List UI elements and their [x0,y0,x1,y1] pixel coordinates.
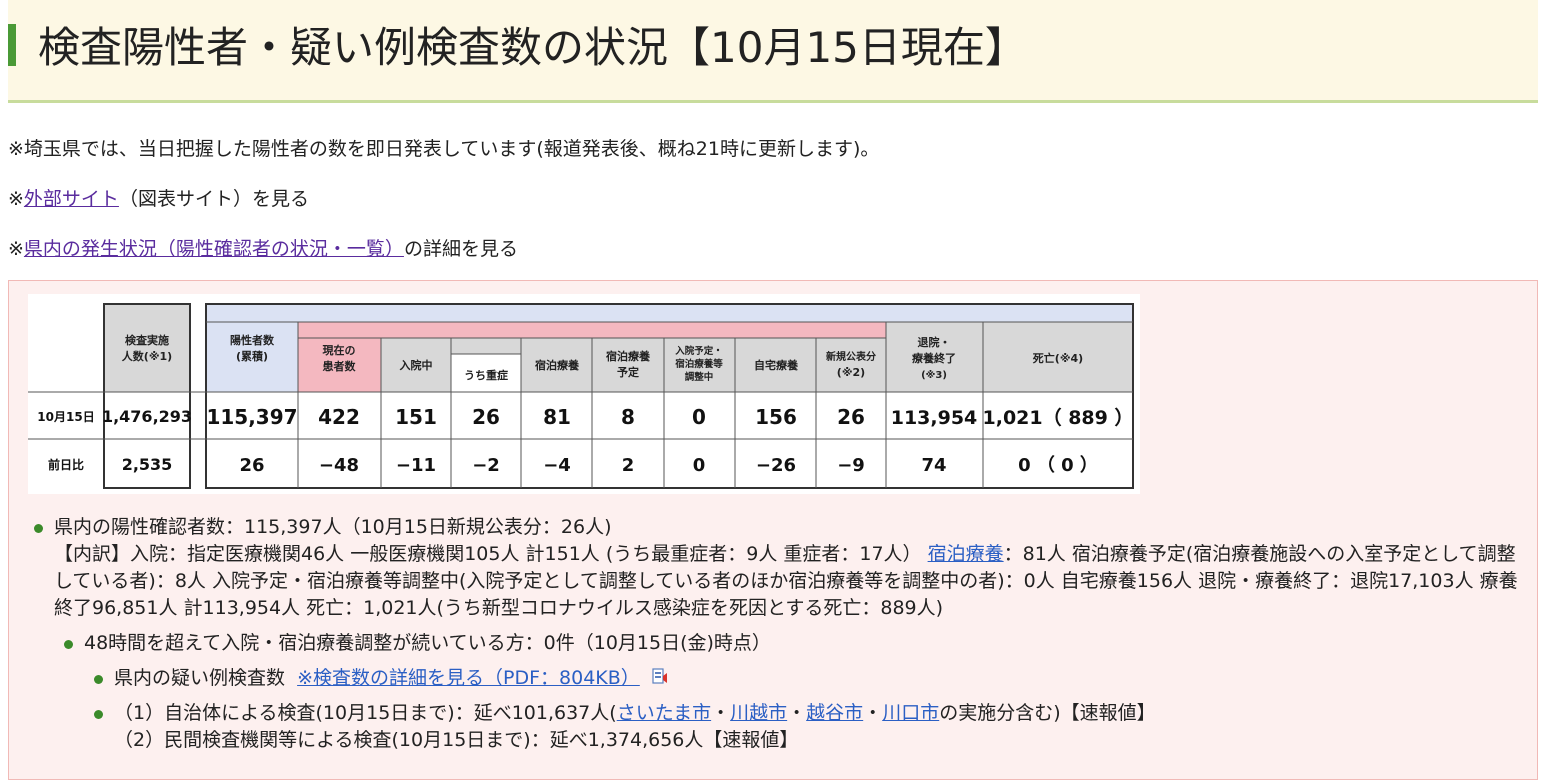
th-deaths: 死亡(※4) [1033,351,1083,365]
cell-today-positives: 115,397 [206,405,297,429]
over-48h-item: 48時間を超えて入院・宿泊療養調整が続いている方：0件（10月15日(金)時点） [64,630,1524,657]
external-site-note: ※外部サイト（図表サイト）を見る [8,188,309,210]
bullet-dot [34,524,43,533]
th-new-note: (※2) [837,366,865,379]
test-details-pdf-link[interactable]: ※検査数の詳細を見る（PDF：804KB） [297,667,640,689]
pdf-audio-icon [652,667,668,685]
title-accent-bar [8,24,16,66]
hotel-treatment-link[interactable]: 宿泊療養 [928,543,1004,565]
breakdown-text: 【内訳】入院：指定医療機関46人 一般医療機関105人 計151人 (うち最重症… [54,543,1518,619]
cell-diff-adjusting: 0 [693,455,706,476]
th-current: 現在の [323,343,356,357]
th-positives-note: (累積) [236,349,268,363]
page-title: 検査陽性者・疑い例検査数の状況【10月15日現在】 [38,23,1027,72]
th-hospitalized: 入院中 [400,358,433,372]
bullet-dot [64,640,73,649]
cell-diff-new: −9 [837,455,865,476]
cell-today-hospitalized: 151 [395,405,437,429]
saitama-city-link[interactable]: さいたま市 [617,702,711,724]
positives-summary-line: 県内の陽性確認者数：115,397人（10月15日新規公表分：26人) [54,516,612,538]
cell-today-discharged: 113,954 [891,407,978,429]
cell-diff-hospitalized: −11 [396,455,436,476]
row-diff-label: 前日比 [48,457,84,472]
cell-today-new: 26 [837,405,865,429]
external-site-link[interactable]: 外部サイト [24,188,119,210]
positives-summary-item: 県内の陽性確認者数：115,397人（10月15日新規公表分：26人) 【内訳】… [34,514,1524,622]
th-adjusting-3: 調整中 [685,371,714,383]
th-adjusting: 入院予定・ [674,345,723,357]
th-severe: うち重症 [464,368,508,382]
bullet-dot [94,710,103,719]
prefecture-status-link[interactable]: 県内の発生状況（陽性確認者の状況・一覧） [24,238,404,260]
cell-diff-severe: −2 [472,455,500,476]
cell-diff-discharged: 74 [921,455,946,476]
kawagoe-city-link[interactable]: 川越市 [730,702,787,724]
cell-today-hotel-planned: 8 [621,405,635,429]
th-home: 自宅療養 [754,358,798,372]
koshigaya-city-link[interactable]: 越谷市 [806,702,863,724]
cell-today-home: 156 [755,405,797,429]
cell-today-tests: 1,476,293 [102,407,192,426]
th-discharged-2: 療養終了 [912,351,956,365]
th-tests: 検査実施 [125,333,169,347]
th-discharged-note: (※3) [921,369,947,381]
cell-diff-deaths: 0 （ 0 ） [1018,455,1098,476]
bullet-dot [94,675,103,684]
th-adjusting-2: 宿泊療養等 [675,358,723,370]
cell-today-severe: 26 [472,405,500,429]
cell-diff-current: −48 [319,455,359,476]
municipal-tests-line: （1）自治体による検査(10月15日まで)：延べ101,637人(さいたま市・川… [114,702,1156,724]
suspected-tests-label: 県内の疑い例検査数 [114,667,286,689]
cell-today-current: 422 [318,405,360,429]
row-today-label: 10月15日 [37,410,94,424]
test-counts-item: （1）自治体による検査(10月15日まで)：延べ101,637人(さいたま市・川… [94,700,1524,754]
th-positives: 陽性者数 [230,333,275,347]
cell-today-hotel: 81 [543,405,571,429]
th-current-2: 患者数 [323,359,357,373]
over-48h-text: 48時間を超えて入院・宿泊療養調整が続いている方：0件（10月15日(金)時点） [84,632,771,654]
cell-diff-hotel-planned: 2 [622,455,635,476]
cell-today-deaths: 1,021（ 889 ） [983,406,1134,429]
th-tests-note: 人数(※1) [122,349,172,363]
suspected-tests-item: 県内の疑い例検査数 ※検査数の詳細を見る（PDF：804KB） [94,665,1524,692]
prefecture-status-note: ※県内の発生状況（陽性確認者の状況・一覧）の詳細を見る [8,238,518,260]
private-lab-tests-line: （2）民間検査機関等による検査(10月15日まで)：延べ1,374,656人【速… [114,729,799,751]
cell-diff-tests: 2,535 [122,455,173,474]
kawaguchi-city-link[interactable]: 川口市 [882,702,939,724]
th-hotel-planned-2: 予定 [617,365,639,379]
th-discharged: 退院・ [918,335,951,349]
th-hotel-planned: 宿泊療養 [606,349,650,363]
cell-diff-home: −26 [756,455,796,476]
summary-section: 県内の陽性確認者数：115,397人（10月15日新規公表分：26人) 【内訳】… [34,514,1524,754]
cell-diff-positives: 26 [239,455,264,476]
cell-today-adjusting: 0 [692,405,706,429]
cell-diff-hotel: −4 [543,455,571,476]
update-note: ※埼玉県では、当日把握した陽性者の数を即日発表しています(報道発表後、概ね21時… [8,138,880,160]
th-hotel: 宿泊療養 [535,358,579,372]
th-new: 新規公表分 [826,350,876,363]
status-table-image: 検査実施 人数(※1) 陽性者数 (累積) 現在の 患者数 入院中 うち重症 宿… [28,294,1140,494]
